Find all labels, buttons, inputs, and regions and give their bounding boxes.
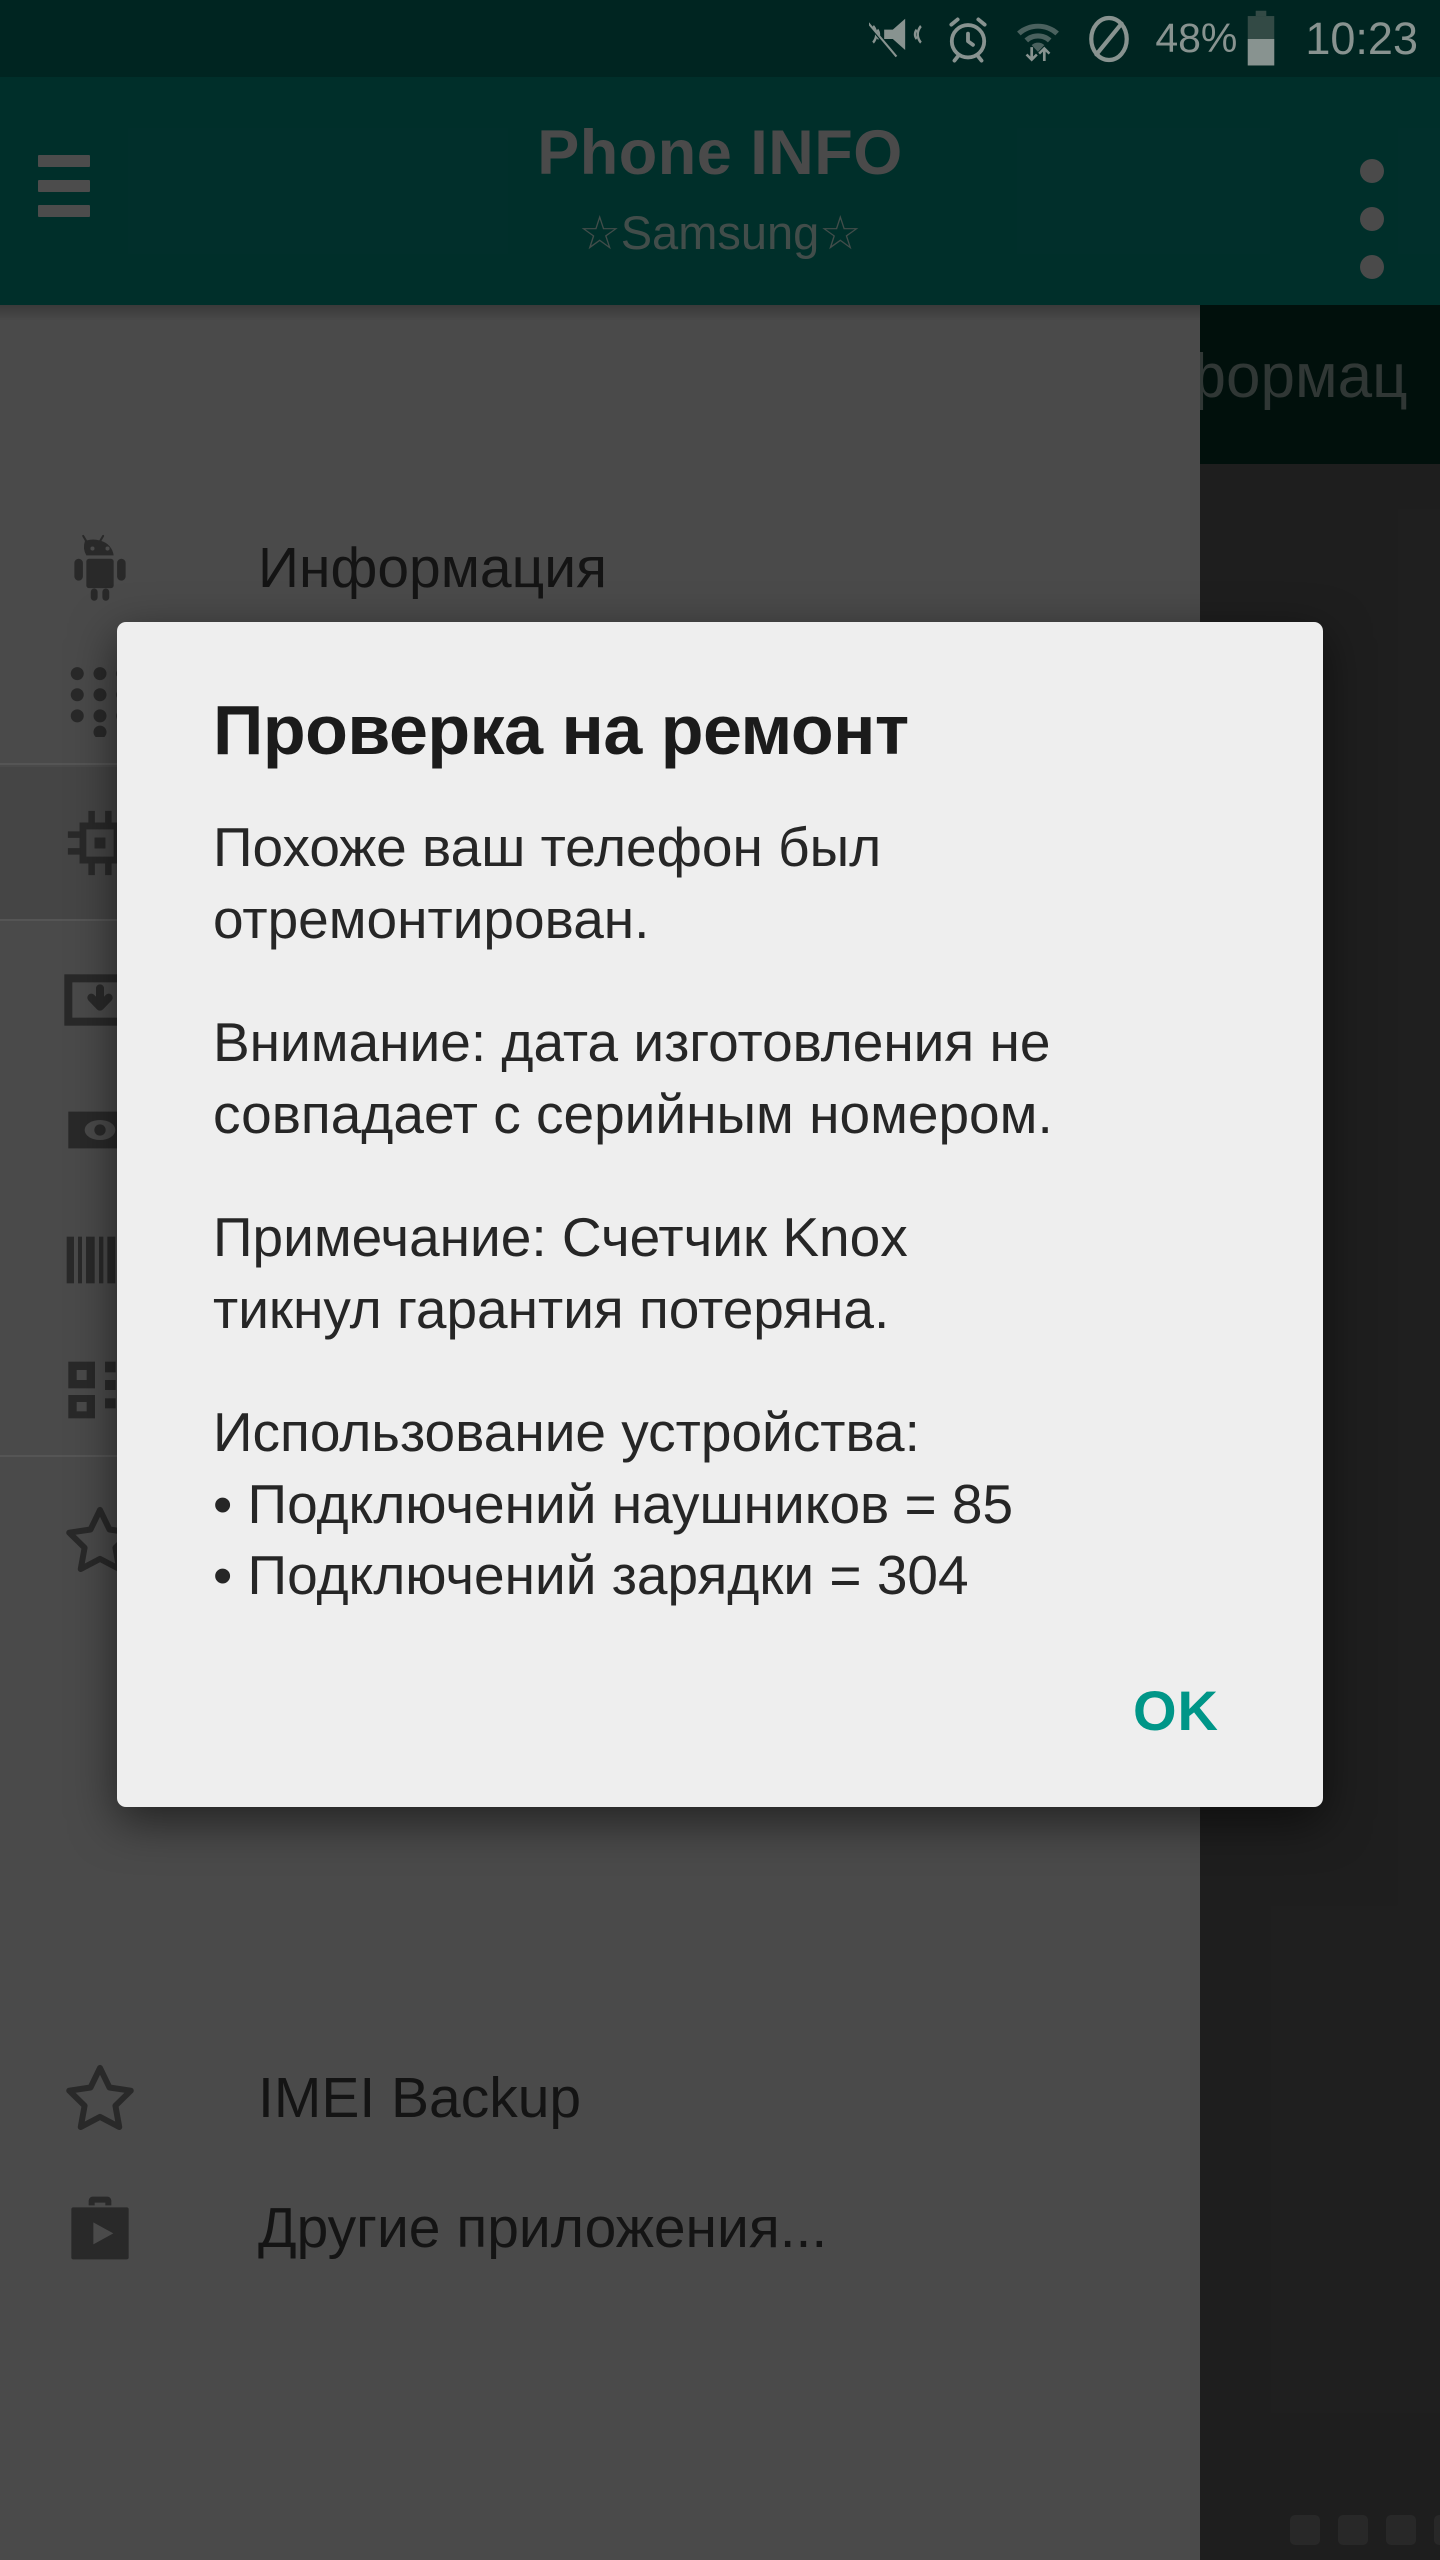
- dialog-body: Похоже ваш телефон был отремонтирован. В…: [117, 770, 1323, 1612]
- dialog-paragraph: Использование устройства: • Подключений …: [213, 1397, 1227, 1612]
- dialog-title: Проверка на ремонт: [213, 691, 909, 769]
- dialog-actions: OK: [117, 1612, 1323, 1807]
- ok-button[interactable]: OK: [1133, 1678, 1219, 1743]
- dialog-line: Примечание: Счетчик Knox: [213, 1206, 908, 1268]
- dialog-line: отремонтирован.: [213, 887, 650, 950]
- dialog-line: совпадает с серийным номером.: [213, 1082, 1053, 1145]
- repair-check-dialog: Проверка на ремонт Похоже ваш телефон бы…: [117, 622, 1323, 1807]
- dialog-line: Похоже ваш телефон был: [213, 816, 882, 878]
- dialog-line: Использование устройства:: [213, 1401, 920, 1463]
- dialog-paragraph: Внимание: дата изготовления не совпадает…: [213, 1007, 1227, 1150]
- dialog-line: тикнул гарантия потеряна.: [213, 1277, 890, 1340]
- dialog-line: Внимание: дата изготовления не: [213, 1011, 1051, 1073]
- dialog-line: • Подключений зарядки = 304: [213, 1544, 969, 1606]
- phone-screen: 48% 10:23 формац 0+ Ть: [0, 0, 1440, 2560]
- dialog-paragraph: Похоже ваш телефон был отремонтирован.: [213, 812, 1227, 955]
- dialog-paragraph: Примечание: Счетчик Knox тикнул гарантия…: [213, 1202, 1227, 1345]
- dialog-line: • Подключений наушников = 85: [213, 1472, 1014, 1535]
